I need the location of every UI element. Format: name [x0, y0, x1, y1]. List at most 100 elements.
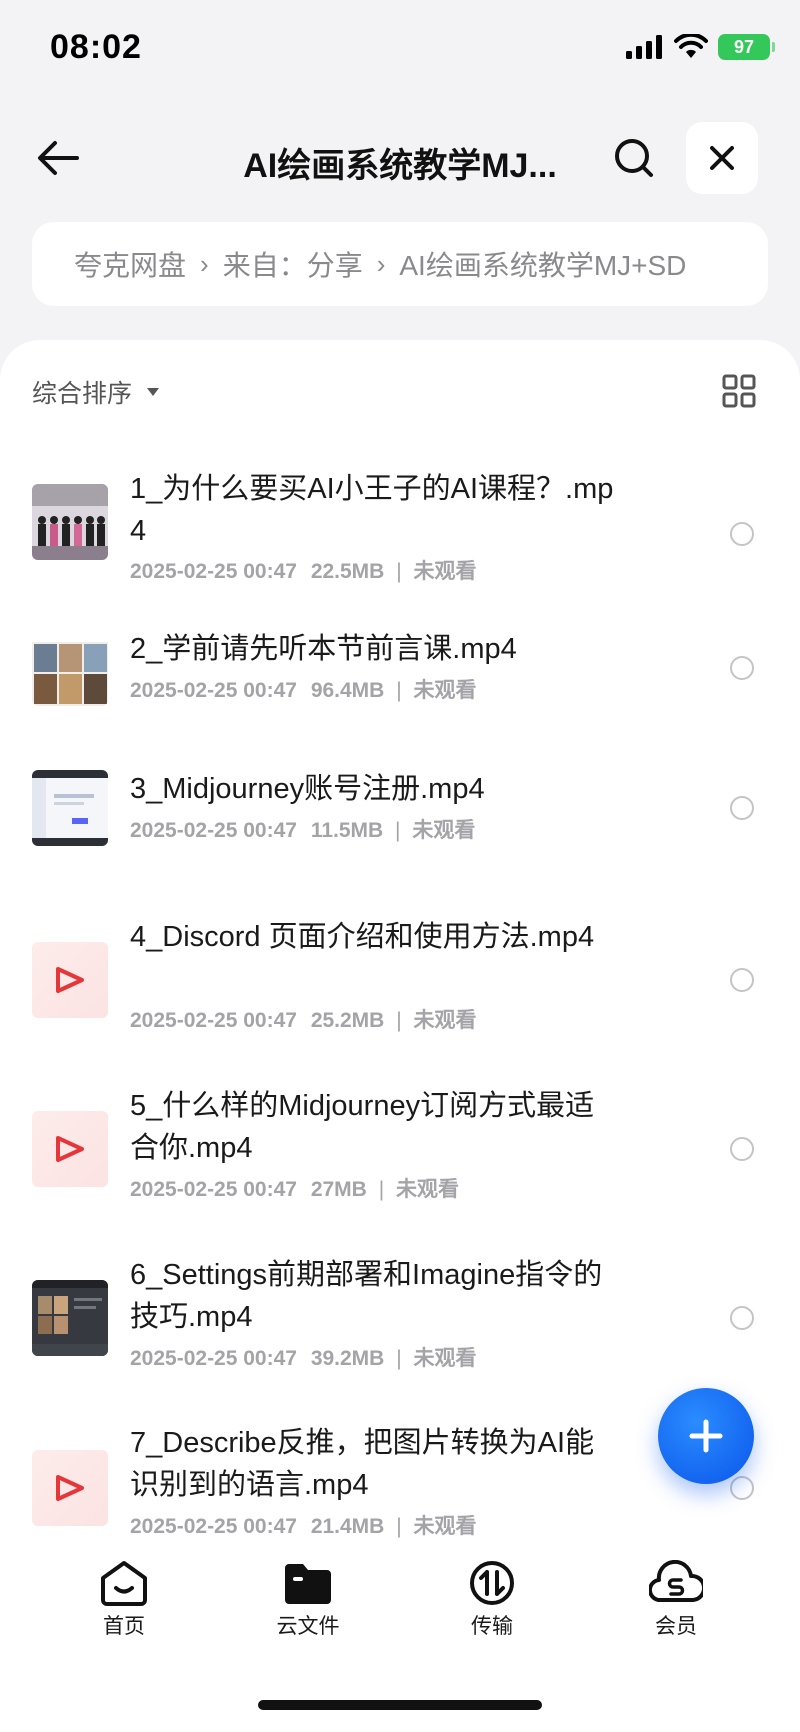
- select-radio[interactable]: [730, 968, 754, 992]
- file-date: 2025-02-25 00:47: [130, 1009, 297, 1032]
- status-icons: 97: [626, 34, 775, 60]
- file-name: 3_Midjourney账号注册.mp4: [130, 773, 485, 805]
- file-size: 27MB: [310, 1178, 367, 1201]
- file-date: 2025-02-25 00:47: [130, 819, 297, 842]
- breadcrumb-separator: ›: [376, 248, 386, 279]
- status-bar: 08:02 97: [0, 0, 800, 100]
- tab-vip-label: 会员: [655, 1615, 697, 1638]
- file-date: 2025-02-25 00:47: [130, 1515, 297, 1538]
- file-thumbnail: [32, 770, 108, 846]
- file-meta: 2025-02-25 00:47 11.5MB | 未观看: [130, 819, 476, 842]
- breadcrumb-item-current[interactable]: AI绘画系统教学MJ+SD: [399, 244, 686, 284]
- plus-icon: [689, 1419, 723, 1453]
- header: AI绘画系统教学MJ...: [0, 110, 800, 206]
- battery-icon: 97: [718, 34, 775, 60]
- watch-status: 未观看: [412, 819, 476, 842]
- file-name: 2_学前请先听本节前言课.mp4: [130, 633, 517, 665]
- file-date: 2025-02-25 00:47: [130, 679, 297, 702]
- tab-transfer[interactable]: 传输: [432, 1560, 552, 1640]
- folder-icon: [285, 1564, 331, 1604]
- tab-home-label: 首页: [103, 1615, 145, 1638]
- file-thumbnail: [32, 1450, 108, 1526]
- select-radio[interactable]: [730, 1306, 754, 1330]
- vip-icon: [649, 1560, 703, 1603]
- tab-home[interactable]: 首页: [64, 1560, 184, 1640]
- file-meta: 2025-02-25 00:47 27MB | 未观看: [130, 1178, 459, 1201]
- file-row[interactable]: 5_什么样的Midjourney订阅方式最适合你.mp4 2025-02-25 …: [0, 1085, 800, 1225]
- file-thumbnail: [32, 484, 108, 560]
- file-size: 25.2MB: [310, 1009, 385, 1032]
- close-button[interactable]: [686, 122, 758, 194]
- file-name: 5_什么样的Midjourney订阅方式最适合你.mp4: [130, 1090, 595, 1164]
- select-radio[interactable]: [730, 796, 754, 820]
- caret-down-icon: [147, 388, 160, 396]
- sort-label: 综合排序: [32, 380, 133, 408]
- back-button[interactable]: [32, 132, 84, 184]
- watch-status: 未观看: [396, 1178, 459, 1201]
- dark-screenshot-thumbnail-icon: [32, 1280, 108, 1356]
- watch-status: 未观看: [413, 679, 477, 702]
- select-radio[interactable]: [730, 656, 754, 680]
- file-name: 1_为什么要买AI小王子的AI课程？.mp4: [130, 473, 614, 547]
- photo-thumbnail-icon: [32, 484, 108, 560]
- file-date: 2025-02-25 00:47: [130, 1178, 297, 1201]
- select-radio[interactable]: [730, 1137, 754, 1161]
- breadcrumb-item-share[interactable]: 来自：分享: [223, 244, 363, 284]
- file-row[interactable]: 6_Settings前期部署和Imagine指令的技巧.mp4 2025-02-…: [0, 1254, 800, 1394]
- file-row[interactable]: 2_学前请先听本节前言课.mp4 2025-02-25 00:47 96.4MB…: [0, 630, 800, 740]
- file-date: 2025-02-25 00:47: [130, 560, 297, 583]
- file-row[interactable]: 1_为什么要买AI小王子的AI课程？.mp4 2025-02-25 00:47 …: [0, 460, 800, 590]
- arrow-left-icon: [38, 141, 79, 175]
- file-name: 7_Describe反推，把图片转换为AI能识别到的语言.mp4: [130, 1427, 595, 1501]
- video-play-icon: [56, 967, 84, 993]
- file-thumbnail: [32, 1111, 108, 1187]
- tab-transfer-label: 传输: [471, 1615, 513, 1638]
- watch-status: 未观看: [413, 1347, 477, 1370]
- file-meta: 2025-02-25 00:47 39.2MB | 未观看: [130, 1347, 477, 1370]
- breadcrumb-item-root[interactable]: 夸克网盘: [74, 244, 186, 284]
- file-row[interactable]: 4_Discord 页面介绍和使用方法.mp4 2025-02-25 00:47…: [0, 916, 800, 1056]
- select-radio[interactable]: [730, 1476, 754, 1500]
- file-size: 39.2MB: [310, 1347, 385, 1370]
- breadcrumb: 夸克网盘 › 来自：分享 › AI绘画系统教学MJ+SD: [32, 222, 768, 306]
- file-size: 22.5MB: [310, 560, 385, 583]
- watch-status: 未观看: [413, 560, 477, 583]
- add-button[interactable]: [658, 1388, 754, 1484]
- watch-status: 未观看: [413, 1515, 477, 1538]
- grid-view-icon[interactable]: [722, 374, 756, 408]
- video-play-icon: [56, 1136, 84, 1162]
- file-row[interactable]: 3_Midjourney账号注册.mp4 2025-02-25 00:47 11…: [0, 770, 800, 880]
- home-indicator[interactable]: [258, 1700, 542, 1710]
- file-list-panel: 综合排序 1_为什么要买AI小王子的AI课程？.mp4 2025-02-25 0…: [0, 340, 800, 1732]
- search-icon: [615, 139, 653, 177]
- file-size: 96.4MB: [310, 679, 385, 702]
- file-date: 2025-02-25 00:47: [130, 1347, 297, 1370]
- file-name: 6_Settings前期部署和Imagine指令的技巧.mp4: [130, 1259, 603, 1333]
- wifi-icon: [674, 34, 708, 58]
- status-time: 08:02: [50, 28, 142, 66]
- breadcrumb-separator: ›: [200, 248, 209, 279]
- file-meta: 2025-02-25 00:47 96.4MB | 未观看: [130, 679, 477, 702]
- transfer-icon: [470, 1561, 514, 1605]
- tab-vip[interactable]: 会员: [616, 1560, 736, 1640]
- close-icon: [710, 146, 734, 170]
- home-icon: [101, 1561, 147, 1606]
- tab-cloud-files-label: 云文件: [276, 1615, 340, 1638]
- cellular-signal-icon: [626, 35, 662, 59]
- file-meta: 2025-02-25 00:47 21.4MB | 未观看: [130, 1515, 477, 1538]
- file-thumbnail: [32, 630, 108, 706]
- file-size: 11.5MB: [310, 819, 384, 842]
- photo-grid-thumbnail-icon: [32, 630, 108, 706]
- sort-dropdown[interactable]: 综合排序: [32, 374, 160, 410]
- screenshot-thumbnail-icon: [32, 770, 108, 846]
- battery-level: 97: [733, 36, 755, 57]
- page-title: AI绘画系统教学MJ...: [243, 147, 557, 185]
- video-play-icon: [56, 1475, 84, 1501]
- file-name: 4_Discord 页面介绍和使用方法.mp4: [130, 921, 595, 953]
- search-button[interactable]: [608, 132, 660, 184]
- file-thumbnail: [32, 1280, 108, 1356]
- select-radio[interactable]: [730, 522, 754, 546]
- tab-cloud-files[interactable]: 云文件: [248, 1560, 368, 1640]
- file-meta: 2025-02-25 00:47 25.2MB | 未观看: [130, 1009, 477, 1032]
- file-size: 21.4MB: [310, 1515, 385, 1538]
